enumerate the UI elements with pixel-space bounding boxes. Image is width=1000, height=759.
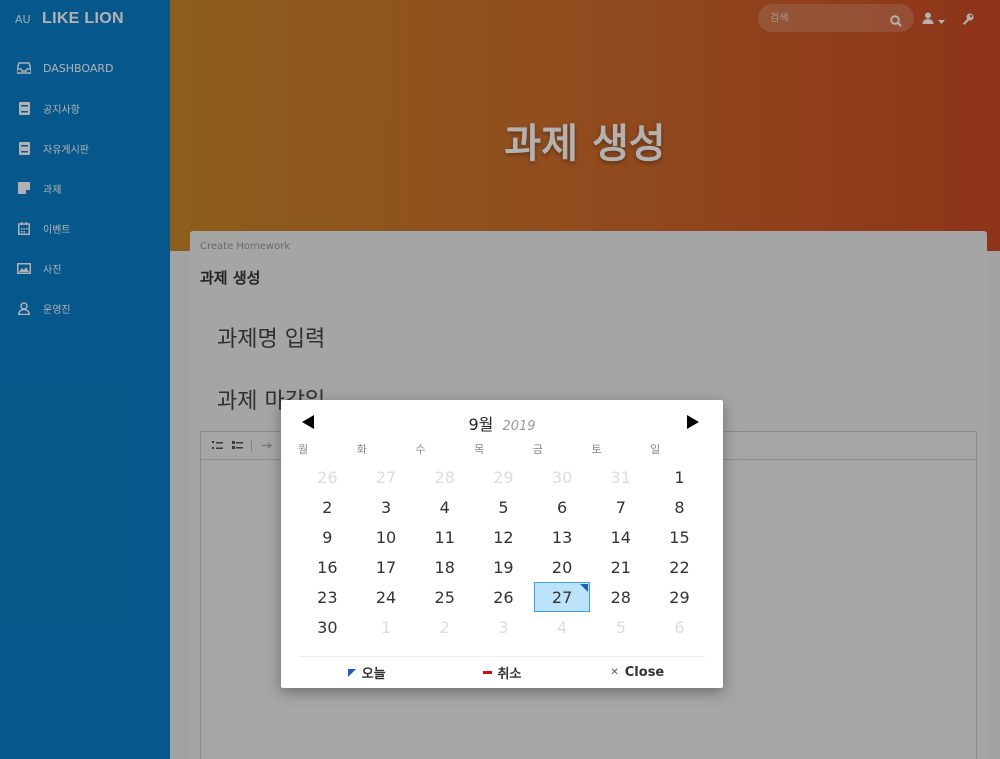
calendar-day[interactable]: 5 <box>474 492 533 522</box>
calendar-day-outside[interactable]: 1 <box>357 612 416 642</box>
calendar-day-outside[interactable]: 27 <box>357 462 416 492</box>
calendar-day[interactable]: 22 <box>650 552 709 582</box>
close-button[interactable]: ✕ Close <box>570 657 705 688</box>
calendar-day-outside[interactable]: 29 <box>474 462 533 492</box>
clear-button[interactable]: 취소 <box>434 657 569 688</box>
calendar-day[interactable]: 23 <box>298 582 357 612</box>
calendar-day[interactable]: 30 <box>298 612 357 642</box>
calendar-day[interactable]: 16 <box>298 552 357 582</box>
calendar-day[interactable]: 18 <box>415 552 474 582</box>
today-button-label: 오늘 <box>361 667 386 682</box>
date-picker: 9월 2019 월 화 수 목 금 토 일 26 27 28 29 30 31 … <box>281 400 723 688</box>
weekday-label: 수 <box>415 443 426 456</box>
calendar-day[interactable]: 28 <box>591 582 650 612</box>
date-picker-header: 9월 2019 <box>281 408 723 434</box>
calendar-day-outside[interactable]: 2 <box>415 612 474 642</box>
calendar-day-outside[interactable]: 31 <box>591 462 650 492</box>
date-picker-footer: 오늘 취소 ✕ Close <box>299 656 705 688</box>
calendar-day-outside[interactable]: 30 <box>533 462 592 492</box>
calendar-day[interactable]: 20 <box>533 552 592 582</box>
calendar-day[interactable]: 24 <box>357 582 416 612</box>
calendar-day-outside[interactable]: 5 <box>591 612 650 642</box>
calendar-day-outside[interactable]: 3 <box>474 612 533 642</box>
calendar-day-outside[interactable]: 28 <box>415 462 474 492</box>
close-icon: ✕ <box>610 667 619 678</box>
today-button[interactable]: 오늘 <box>299 657 434 688</box>
calendar-day[interactable]: 2 <box>298 492 357 522</box>
weekday-label: 토 <box>591 443 602 456</box>
weekday-label: 화 <box>356 443 367 456</box>
calendar-day-selected[interactable]: 27 <box>533 582 591 612</box>
calendar-day[interactable]: 14 <box>591 522 650 552</box>
month-label: 9월 <box>468 415 494 434</box>
calendar-day[interactable]: 10 <box>357 522 416 552</box>
calendar-day[interactable]: 19 <box>474 552 533 582</box>
calendar-day[interactable]: 29 <box>650 582 709 612</box>
calendar-day[interactable]: 15 <box>650 522 709 552</box>
next-month-icon[interactable] <box>687 414 701 429</box>
calendar-day[interactable]: 17 <box>357 552 416 582</box>
calendar-day-outside[interactable]: 4 <box>533 612 592 642</box>
calendar-day[interactable]: 8 <box>650 492 709 522</box>
calendar-day[interactable]: 26 <box>474 582 533 612</box>
close-button-label: Close <box>624 665 665 680</box>
calendar-day[interactable]: 25 <box>415 582 474 612</box>
calendar-day[interactable]: 21 <box>591 552 650 582</box>
weekday-label: 금 <box>532 443 543 456</box>
today-marker-icon <box>347 668 356 677</box>
minus-icon <box>482 671 492 674</box>
weekday-header: 월 화 수 목 금 토 일 <box>298 441 709 457</box>
calendar-day[interactable]: 11 <box>415 522 474 552</box>
weekday-label: 목 <box>474 443 485 456</box>
day-grid: 26 27 28 29 30 31 1 2 3 4 5 6 7 8 9 10 1… <box>298 462 709 642</box>
month-year-label: 9월 2019 <box>281 411 723 435</box>
year-label: 2019 <box>502 419 536 434</box>
calendar-day[interactable]: 12 <box>474 522 533 552</box>
calendar-day[interactable]: 9 <box>298 522 357 552</box>
weekday-label: 월 <box>298 443 309 456</box>
calendar-day[interactable]: 13 <box>533 522 592 552</box>
calendar-day[interactable]: 7 <box>591 492 650 522</box>
calendar-day-outside[interactable]: 26 <box>298 462 357 492</box>
calendar-day[interactable]: 4 <box>415 492 474 522</box>
calendar-day[interactable]: 3 <box>357 492 416 522</box>
clear-button-label: 취소 <box>497 667 522 682</box>
calendar-day[interactable]: 1 <box>650 462 709 492</box>
calendar-day[interactable]: 6 <box>533 492 592 522</box>
weekday-label: 일 <box>650 443 661 456</box>
calendar-day-outside[interactable]: 6 <box>650 612 709 642</box>
